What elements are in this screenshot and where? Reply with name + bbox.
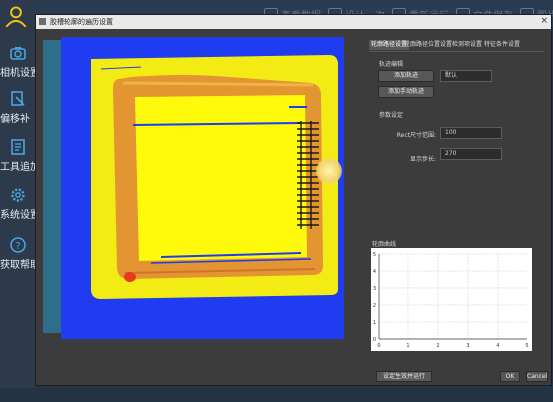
sidebar-item-label: 工具追加 xyxy=(0,162,40,173)
ok-button[interactable]: OK xyxy=(500,371,520,382)
tab-detection[interactable]: 检测项设置 xyxy=(450,40,484,50)
display-step-field[interactable]: 270 xyxy=(440,148,502,160)
graph-title: 轮廓曲线 xyxy=(372,241,397,248)
trajectory-settings-dialog: 胶槽轮廓的遍历设置 × 轮廓路径设置 轮廓路径位置设置 检测项设置 特征条件设置… xyxy=(35,14,552,386)
trajectory-select[interactable]: 默认 xyxy=(440,70,492,82)
gear-icon xyxy=(11,188,25,202)
window-icon xyxy=(39,18,46,25)
dialog-title-bar[interactable]: 胶槽轮廓的遍历设置 × xyxy=(36,15,551,29)
sidebar-item-user[interactable] xyxy=(0,2,36,50)
sidebar-item-tool[interactable]: 工具追加 xyxy=(0,138,40,186)
y-tick-label: 3 xyxy=(373,286,376,292)
close-icon[interactable]: × xyxy=(540,16,548,26)
tab-divider xyxy=(369,51,544,52)
status-strip xyxy=(0,388,553,402)
add-trajectory-button[interactable]: 添加轨迹 xyxy=(378,70,434,82)
sidebar-item-help[interactable]: ? 获取帮助 xyxy=(0,236,40,284)
sidebar-item-system[interactable]: 系统设置 xyxy=(0,186,40,234)
section-trajectory-label: 轨迹编辑 xyxy=(379,61,404,68)
user-outline-icon xyxy=(5,6,27,27)
cursor-highlight xyxy=(316,158,342,184)
tab-contour-position[interactable]: 轮廓路径位置设置 xyxy=(402,40,454,50)
sidebar-item-label: 偏移补 xyxy=(0,114,30,125)
add-manual-trajectory-button[interactable]: 添加手动轨迹 xyxy=(378,86,434,98)
x-tick-label: 1 xyxy=(406,343,409,349)
app-sidebar: 相机设置 偏移补 工具追加 系统设置 ? 获取帮助 xyxy=(0,0,40,402)
height-map-image[interactable] xyxy=(61,37,344,339)
x-tick-label: 3 xyxy=(466,343,469,349)
dialog-title: 胶槽轮廓的遍历设置 xyxy=(50,18,113,26)
section-params-label: 参数设定 xyxy=(379,112,404,119)
x-tick-label: 2 xyxy=(436,343,439,349)
profile-graph: 0 1 2 3 4 5 0 1 2 3 4 5 xyxy=(371,248,532,351)
x-tick-label: 0 xyxy=(377,343,380,349)
svg-text:?: ? xyxy=(15,241,20,252)
offset-doc-icon xyxy=(11,91,25,106)
sidebar-item-label: 系统设置 xyxy=(0,210,40,221)
x-tick-label: 5 xyxy=(525,343,528,349)
sidebar-item-camera[interactable]: 相机设置 xyxy=(0,44,40,92)
sidebar-item-label: 相机设置 xyxy=(0,68,40,79)
y-tick-label: 5 xyxy=(373,252,376,258)
tab-feature-conditions[interactable]: 特征条件设置 xyxy=(482,40,522,50)
sidebar-item-offset[interactable]: 偏移补 xyxy=(0,90,36,138)
y-tick-label: 0 xyxy=(373,337,376,343)
sidebar-item-label: 获取帮助 xyxy=(0,260,40,271)
help-icon: ? xyxy=(10,237,26,253)
cancel-button[interactable]: Cancel xyxy=(526,371,548,382)
y-tick-label: 4 xyxy=(373,269,376,275)
apply-and-run-button[interactable]: 设定生效并运行 xyxy=(376,371,432,382)
x-tick-label: 4 xyxy=(496,343,499,349)
y-tick-label: 1 xyxy=(373,320,376,326)
y-tick-label: 2 xyxy=(373,303,376,309)
tool-list-icon xyxy=(11,139,25,155)
camera-icon xyxy=(10,47,26,60)
rect-size-field[interactable]: 100 xyxy=(440,127,502,139)
rect-size-label: Rect尺寸范围: xyxy=(396,132,436,139)
display-step-label: 显示步长: xyxy=(409,156,436,163)
